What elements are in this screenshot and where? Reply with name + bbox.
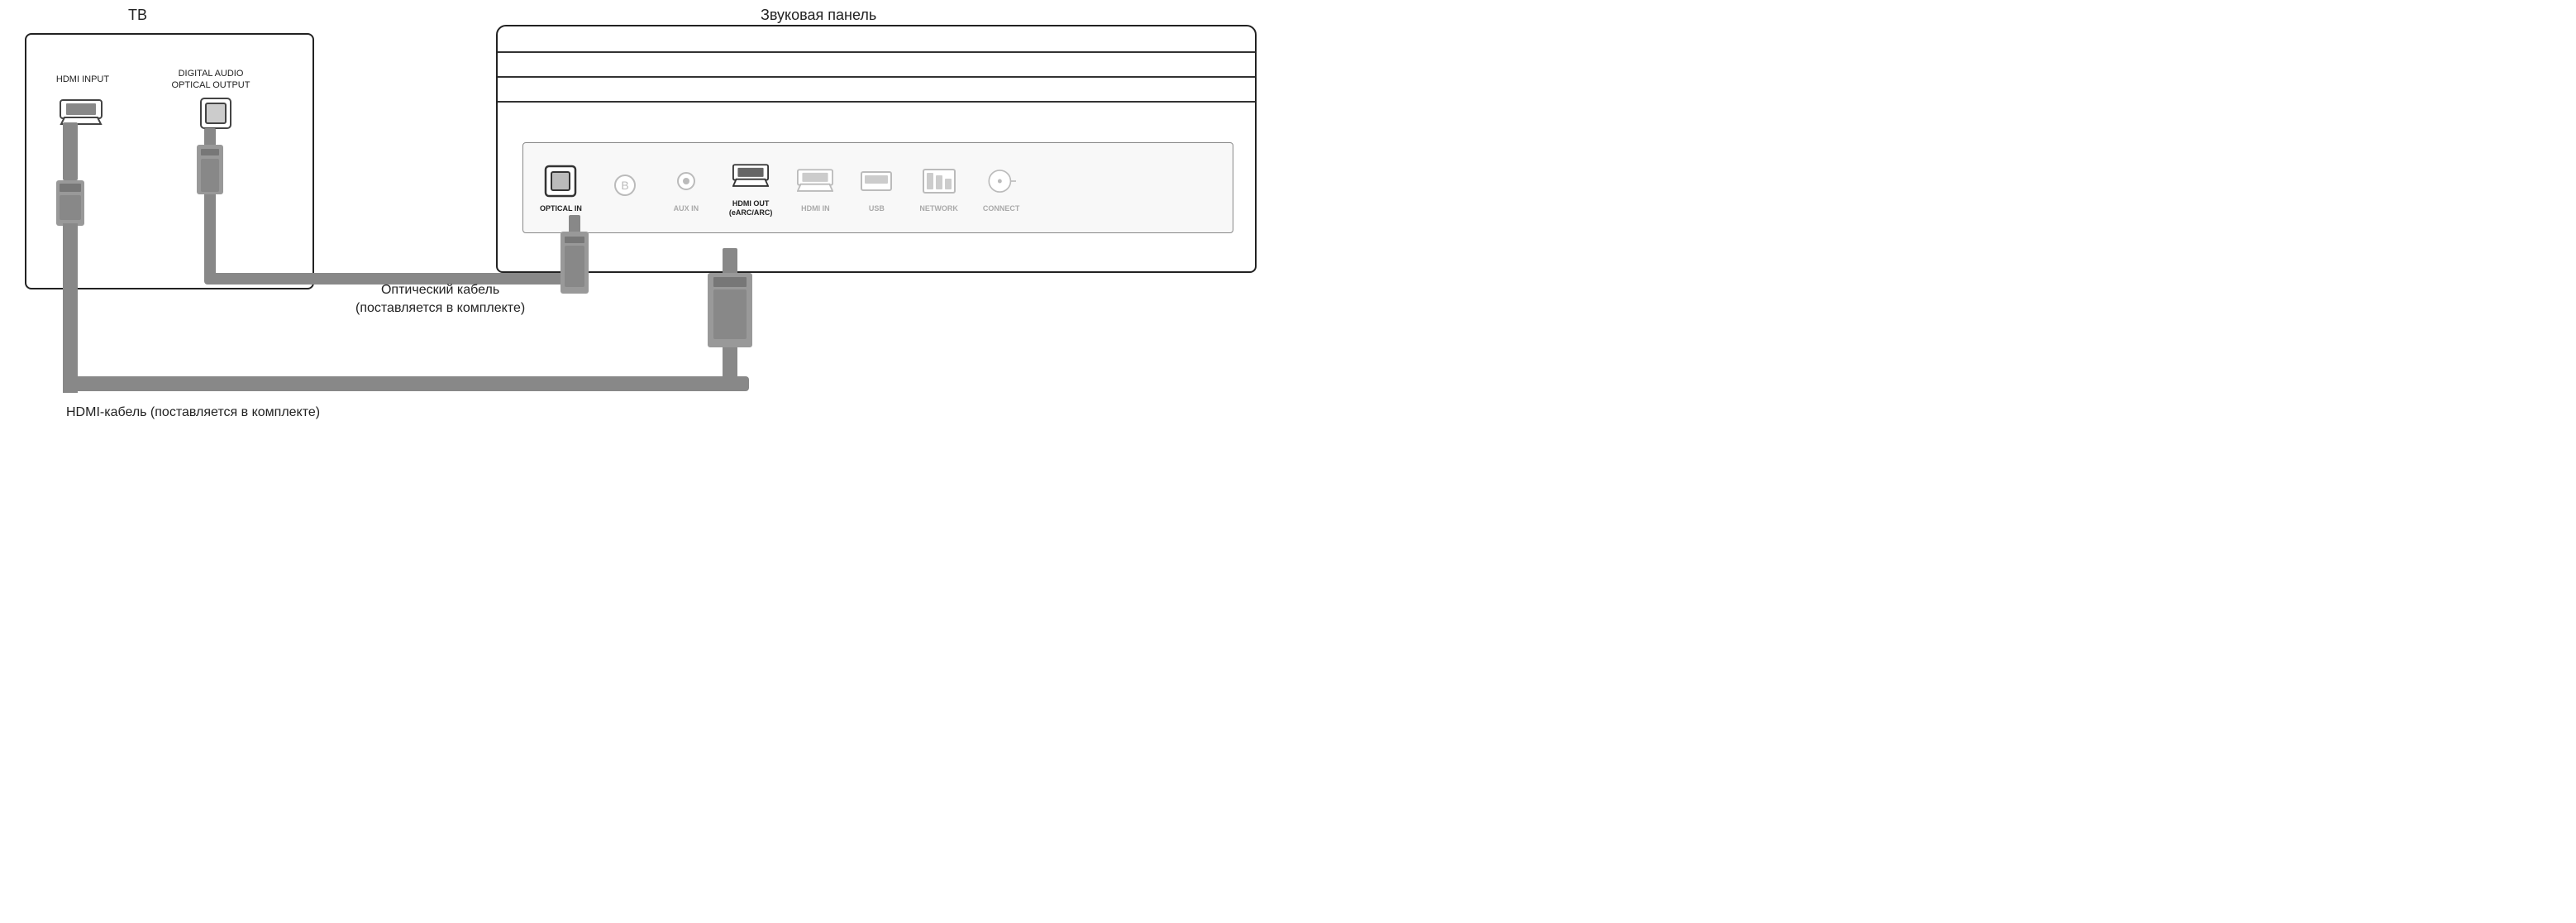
soundbar-box: OPTICAL IN B: [496, 25, 1257, 273]
network-icon: [921, 163, 957, 199]
hdmi-port-tv: [60, 99, 103, 130]
soundbar-line-2: [498, 76, 1255, 78]
optical-in-icon: [542, 163, 579, 199]
usb-icon: [858, 163, 894, 199]
port-connect: CONNECT: [983, 163, 1020, 213]
hdmi-input-label: HDMI INPUT: [50, 74, 116, 84]
hdmi-out-label: HDMI OUT(eARC/ARC): [729, 199, 773, 218]
diagram-container: ТВ HDMI INPUT DIGITAL AUDIOOPTICAL OUTPU…: [0, 0, 1288, 462]
hdmi-cable-label: HDMI-кабель (поставляется в комплекте): [66, 405, 320, 420]
aux-in-label: AUX IN: [674, 204, 699, 213]
connect-icon: [983, 163, 1019, 199]
aux-icon: [668, 163, 704, 199]
soundbar-label: Звуковая панель: [761, 7, 876, 24]
network-label: NETWORK: [919, 204, 958, 213]
optical-in-label: OPTICAL IN: [540, 204, 582, 213]
port-bluetooth: B: [607, 167, 643, 208]
digital-audio-label: DIGITAL AUDIOOPTICAL OUTPUT: [165, 68, 256, 92]
soundbar-line-3: [498, 101, 1255, 103]
svg-text:B: B: [621, 179, 628, 192]
hdmi-out-icon: [732, 158, 769, 194]
usb-label: USB: [869, 204, 885, 213]
optical-port-tv: [200, 98, 231, 133]
hdmi-in-icon: [797, 163, 833, 199]
port-usb: USB: [858, 163, 894, 213]
connect-label: CONNECT: [983, 204, 1020, 213]
port-optical-in: OPTICAL IN: [540, 163, 582, 213]
tv-label: ТВ: [128, 7, 147, 24]
optical-cable-label: Оптический кабель (поставляется в компле…: [355, 281, 525, 318]
port-hdmi-out: HDMI OUT(eARC/ARC): [729, 158, 773, 218]
port-hdmi-in: HDMI IN: [797, 163, 833, 213]
soundbar-line-1: [498, 51, 1255, 53]
port-network: NETWORK: [919, 163, 958, 213]
hdmi-in-label: HDMI IN: [801, 204, 830, 213]
bluetooth-icon: B: [607, 167, 643, 203]
port-panel: OPTICAL IN B: [522, 142, 1233, 233]
port-aux-in: AUX IN: [668, 163, 704, 213]
